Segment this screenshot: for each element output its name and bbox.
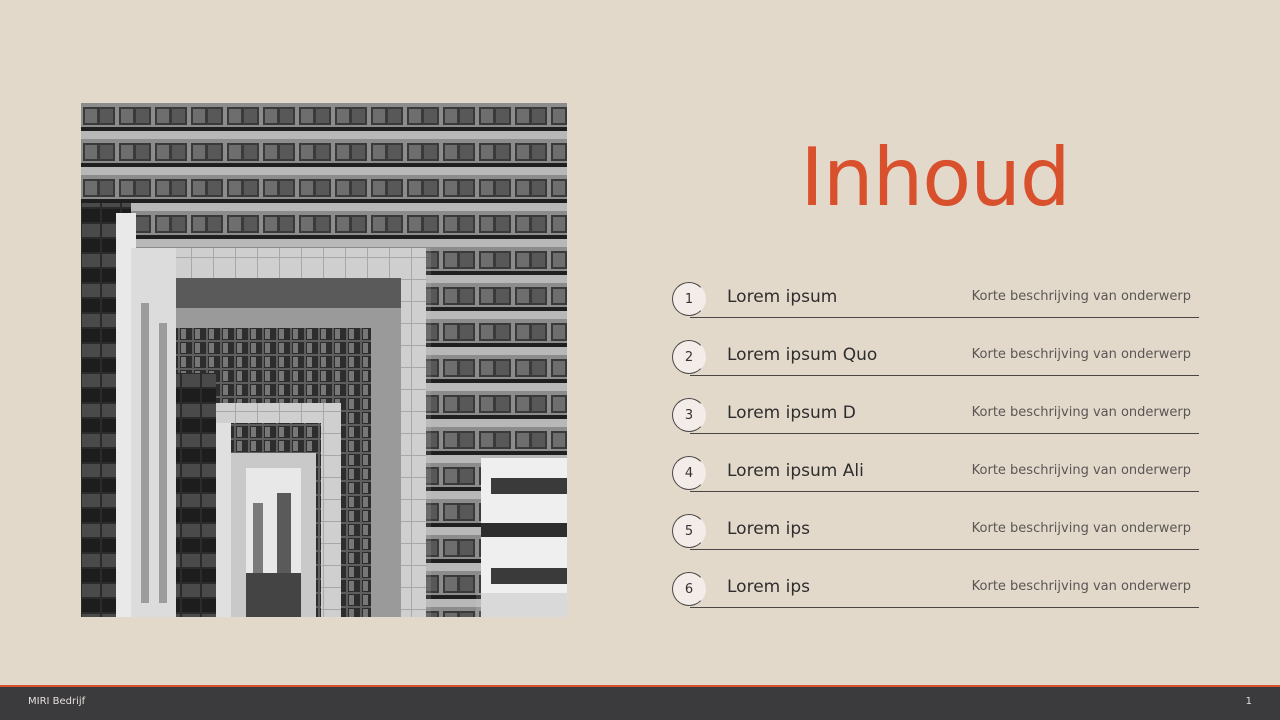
agenda-item-label: Lorem ipsum D	[727, 403, 856, 423]
agenda-item: 6 Lorem ips Korte beschrijving van onder…	[672, 571, 1199, 629]
agenda-item-label: Lorem ipsum Ali	[727, 461, 864, 481]
agenda-number-badge: 5	[672, 514, 706, 548]
agenda-divider	[690, 433, 1199, 434]
building-photo	[81, 103, 567, 617]
agenda-divider	[690, 375, 1199, 376]
slide-title: Inhoud	[800, 131, 1070, 224]
agenda-item: 4 Lorem ipsum Ali Korte beschrijving van…	[672, 455, 1199, 513]
agenda-item-description: Korte beschrijving van onderwerp	[971, 405, 1191, 420]
agenda-number-badge: 3	[672, 398, 706, 432]
agenda-divider	[690, 317, 1199, 318]
agenda-divider	[690, 549, 1199, 550]
agenda-number-badge: 4	[672, 456, 706, 490]
agenda-number-badge: 6	[672, 572, 706, 606]
footer-bar: MIRI Bedrijf 1	[0, 687, 1280, 720]
footer-company-name: MIRI Bedrijf	[28, 696, 86, 707]
agenda-divider	[690, 607, 1199, 608]
agenda-item-description: Korte beschrijving van onderwerp	[971, 579, 1191, 594]
slide-page-number: 1	[1245, 696, 1252, 707]
agenda-number-badge: 2	[672, 340, 706, 374]
agenda-item: 2 Lorem ipsum Quo Korte beschrijving van…	[672, 339, 1199, 397]
agenda-item-description: Korte beschrijving van onderwerp	[971, 347, 1191, 362]
agenda-item-description: Korte beschrijving van onderwerp	[971, 289, 1191, 304]
agenda-item: 5 Lorem ips Korte beschrijving van onder…	[672, 513, 1199, 571]
agenda-item: 1 Lorem ipsum Korte beschrijving van ond…	[672, 281, 1199, 339]
agenda-item: 3 Lorem ipsum D Korte beschrijving van o…	[672, 397, 1199, 455]
agenda-item-label: Lorem ips	[727, 577, 810, 597]
agenda-number-badge: 1	[672, 282, 706, 316]
agenda-item-label: Lorem ipsum	[727, 287, 838, 307]
agenda-divider	[690, 491, 1199, 492]
agenda-item-label: Lorem ips	[727, 519, 810, 539]
agenda-item-description: Korte beschrijving van onderwerp	[971, 521, 1191, 536]
agenda-item-label: Lorem ipsum Quo	[727, 345, 878, 365]
agenda-item-description: Korte beschrijving van onderwerp	[971, 463, 1191, 478]
agenda-list: 1 Lorem ipsum Korte beschrijving van ond…	[672, 281, 1199, 629]
